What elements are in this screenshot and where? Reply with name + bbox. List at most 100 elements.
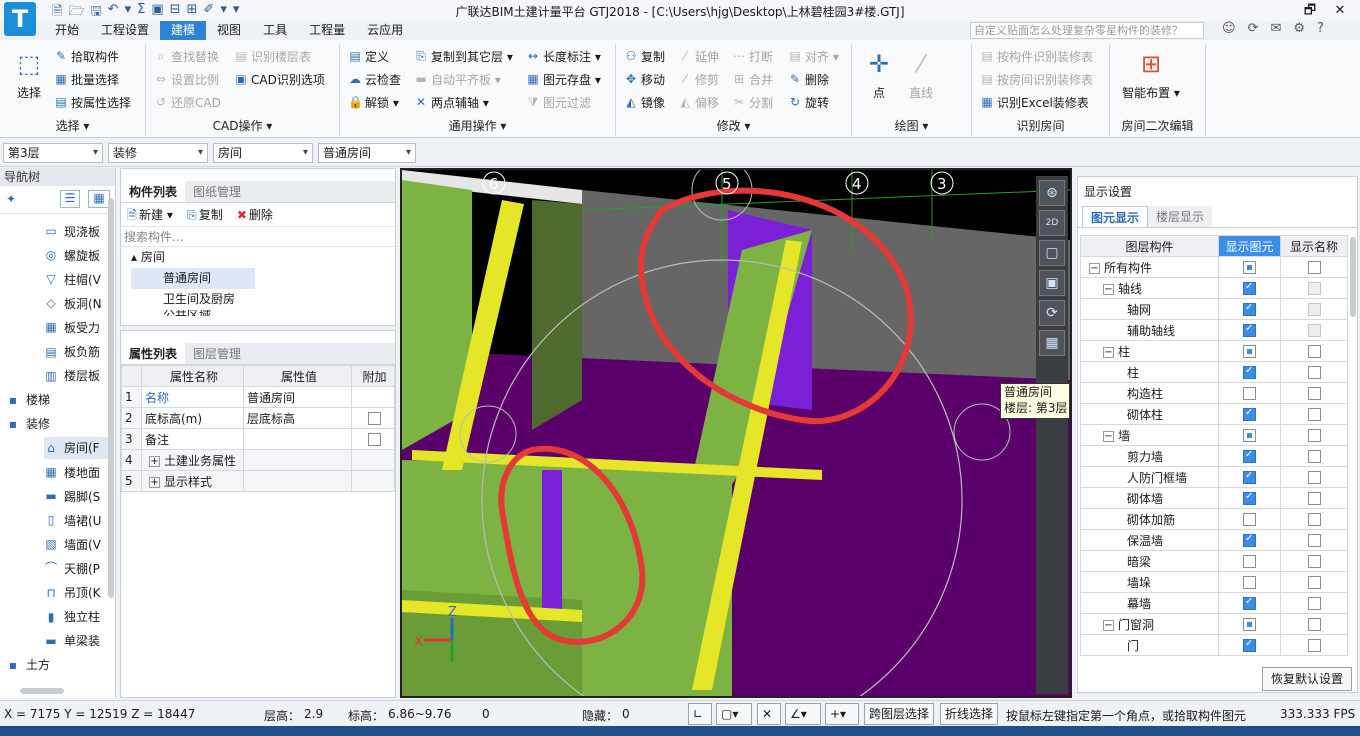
menu-tab[interactable]: 云应用 — [356, 21, 414, 40]
property-row[interactable]: 2 底标高(m) 层底标高 — [121, 407, 395, 429]
nav-item[interactable]: ◇ 板洞(N — [44, 292, 101, 314]
ortho-icon[interactable]: ∟ — [688, 703, 712, 725]
refresh-icon[interactable]: ⟳ — [1248, 21, 1259, 36]
cross-layer-select-button[interactable]: 跨图层选择 — [864, 703, 935, 725]
recognize-floor-button[interactable]: ▤ 识别楼层表 — [234, 46, 311, 66]
filter-element-button[interactable]: ⧩ 图元过滤 — [526, 92, 591, 112]
set-scale-button[interactable]: ⇔ 设置比例 — [154, 69, 219, 89]
show-name-checkbox[interactable] — [1307, 597, 1321, 610]
property-value[interactable]: 层底标高 — [243, 407, 352, 429]
show-name-checkbox[interactable] — [1307, 303, 1321, 316]
show-element-checkbox[interactable] — [1243, 576, 1256, 589]
select-by-attr-button[interactable]: ▤ 按属性选择 — [54, 92, 131, 112]
extend-button[interactable]: ⁄ 延伸 — [678, 46, 719, 66]
show-name-checkbox[interactable] — [1307, 450, 1321, 463]
show-element-checkbox[interactable] — [1243, 407, 1256, 421]
help-search-input[interactable]: 自定义贴面怎么处理复杂零星构件的装修？ — [970, 22, 1204, 39]
tab-element-display[interactable]: 图元显示 — [1082, 206, 1149, 227]
help-icon[interactable]: ? — [1317, 21, 1324, 36]
find-replace-button[interactable]: ⌕ 查找替换 — [154, 46, 219, 66]
menu-tab[interactable]: 工程设置 — [90, 21, 160, 40]
nav-item[interactable]: ⊓ 吊顶(K — [44, 582, 100, 604]
app-logo[interactable]: T — [4, 2, 36, 36]
nav-item[interactable]: ▦ 板受力 — [44, 316, 100, 338]
collapse-icon[interactable]: − — [1103, 430, 1114, 442]
property-row[interactable]: 5 + 显示样式 — [121, 470, 395, 492]
new-button[interactable]: 🗎 新建 ▾ — [125, 206, 173, 223]
3d-viewport[interactable]: 6 5 4 3 X Z — [400, 168, 1072, 698]
restore-defaults-button[interactable]: 恢复默认设置 — [1262, 667, 1352, 691]
category-select[interactable]: 装修 — [108, 143, 208, 163]
restore-cad-button[interactable]: ↺ 还原CAD — [154, 92, 221, 112]
menu-tab[interactable]: 工具 — [252, 21, 298, 40]
delete-component-button[interactable]: ✖ 删除 — [235, 206, 273, 223]
show-element-checkbox[interactable] — [1243, 638, 1256, 652]
show-name-checkbox[interactable] — [1307, 639, 1321, 652]
mirror-button[interactable]: ◭ 镜像 — [624, 92, 665, 112]
tab-component-list[interactable]: 构件列表 — [121, 181, 186, 202]
nav-item[interactable]: ▦ 楼地面 — [44, 461, 100, 483]
smart-layout-button[interactable]: ⊞ 智能布置 ▾ — [1116, 48, 1186, 101]
layer-row[interactable]: 保温墙 — [1080, 529, 1348, 551]
property-row[interactable]: 3 备注 — [121, 428, 395, 450]
show-element-checkbox[interactable] — [1243, 513, 1256, 526]
show-element-checkbox[interactable] — [1243, 533, 1256, 547]
expand-icon[interactable]: ✦ — [6, 192, 16, 206]
property-value[interactable] — [243, 449, 352, 471]
show-element-checkbox[interactable] — [1243, 302, 1256, 316]
cross-icon[interactable]: ✕ — [757, 703, 781, 725]
show-element-checkbox[interactable] — [1243, 323, 1256, 337]
auto-level-button[interactable]: ▬ 自动平齐板 ▾ — [414, 69, 501, 89]
nav-item[interactable]: ▮ 独立柱 — [44, 606, 100, 628]
menu-tab[interactable]: 建模 — [160, 21, 207, 40]
expand-icon[interactable]: + — [149, 476, 160, 488]
nav-item[interactable]: ▽ 柱帽(V — [44, 268, 101, 290]
property-value[interactable] — [243, 470, 352, 492]
show-element-checkbox[interactable] — [1243, 449, 1256, 463]
show-element-checkbox[interactable] — [1243, 470, 1256, 484]
property-value[interactable] — [243, 428, 352, 450]
nav-item[interactable]: ▯ 墙裙(U — [44, 509, 102, 531]
show-element-checkbox[interactable] — [1243, 281, 1256, 295]
modify-group-label[interactable]: 修改 ▾ — [616, 117, 851, 134]
tree-item-bathroom[interactable]: 卫生间及厨房 — [131, 289, 395, 310]
view-tool-icon[interactable]: ▦ — [1039, 330, 1065, 356]
layer-row[interactable]: 砌体加筋 — [1080, 508, 1348, 530]
show-name-checkbox[interactable] — [1307, 429, 1321, 442]
cloud-check-button[interactable]: ☁ 云检查 — [348, 69, 401, 89]
show-name-checkbox[interactable] — [1307, 387, 1321, 400]
collapse-icon[interactable]: − — [1089, 262, 1100, 274]
layer-row[interactable]: − 门窗洞 — [1080, 613, 1348, 635]
view-tool-icon[interactable]: ▣ — [1039, 270, 1065, 296]
type-select[interactable]: 房间 — [213, 143, 313, 163]
cad-group-label[interactable]: CAD操作 ▾ — [146, 117, 339, 134]
menu-tab[interactable]: 工程量 — [298, 21, 356, 40]
layer-row[interactable]: − 墙 — [1080, 424, 1348, 446]
nav-vscroll[interactable] — [108, 198, 114, 598]
layer-row[interactable]: − 所有构件 — [1080, 256, 1348, 278]
recognize-excel-button[interactable]: ▦ 识别Excel装修表 — [980, 92, 1088, 112]
split-button[interactable]: ✂ 分割 — [732, 92, 773, 112]
property-value[interactable]: 普通房间 — [243, 386, 352, 408]
tree-view-icon[interactable]: ▦ — [88, 190, 110, 208]
trim-button[interactable]: ⁄ 修剪 — [678, 69, 719, 89]
viewport-scene[interactable]: 6 5 4 3 X Z — [402, 170, 1070, 696]
select-button[interactable]: ⬚ 选择 — [4, 48, 54, 101]
offset-snap-icon[interactable]: +▾ — [825, 703, 859, 725]
align-button[interactable]: ▤ 对齐 ▾ — [788, 46, 839, 66]
property-row[interactable]: 1 名称 普通房间 — [121, 386, 395, 408]
floor-select[interactable]: 第3层 — [3, 143, 103, 163]
show-name-checkbox[interactable] — [1307, 555, 1321, 568]
layer-row[interactable]: − 柱 — [1080, 340, 1348, 362]
break-button[interactable]: ⋯ 打断 — [732, 46, 773, 66]
layer-row[interactable]: 暗梁 — [1080, 550, 1348, 572]
tab-drawing-management[interactable]: 图纸管理 — [185, 181, 249, 202]
cad-options-button[interactable]: ▣ CAD识别选项 — [234, 69, 325, 89]
show-name-checkbox[interactable] — [1307, 324, 1321, 337]
batch-select-button[interactable]: ▦ 批量选择 — [54, 69, 119, 89]
collapse-icon[interactable]: − — [1103, 346, 1114, 358]
user-icon[interactable]: ☺ — [1222, 21, 1236, 36]
show-element-checkbox[interactable] — [1243, 387, 1256, 400]
show-name-checkbox[interactable] — [1307, 492, 1321, 505]
close-icon[interactable]: ✕ — [1320, 0, 1360, 21]
